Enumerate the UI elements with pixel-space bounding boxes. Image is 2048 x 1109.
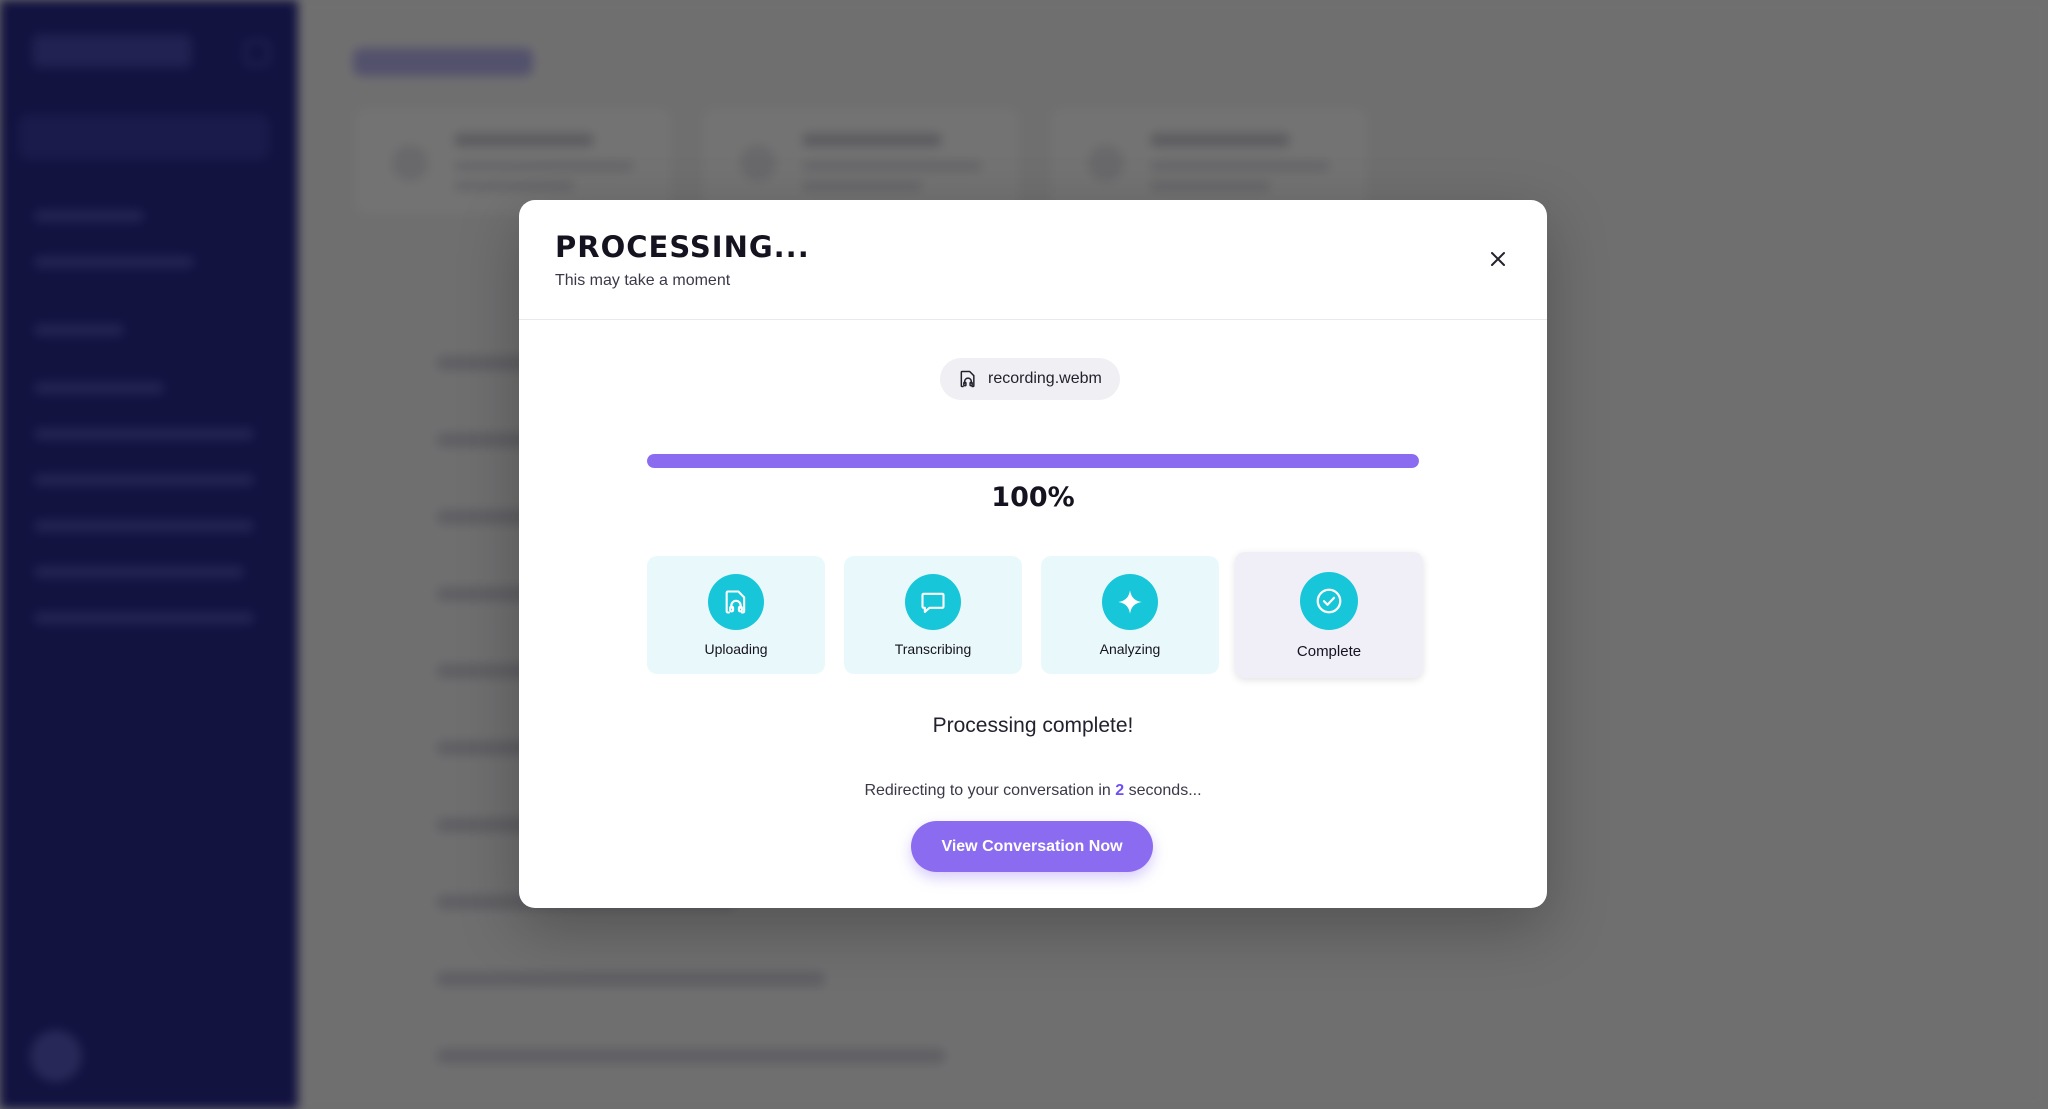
check-circle-icon — [1316, 588, 1342, 614]
step-label: Analyzing — [1099, 641, 1161, 657]
progress-fill — [647, 454, 1419, 468]
step-label: Uploading — [704, 641, 768, 657]
step-complete: Complete — [1235, 552, 1423, 678]
step-label: Complete — [1296, 643, 1362, 660]
sparkle-icon — [1118, 590, 1142, 614]
status-message: Processing complete! — [932, 714, 1134, 737]
processing-dialog: PROCESSING... This may take a moment rec… — [519, 200, 1547, 908]
audio-file-icon — [725, 590, 746, 614]
dialog-subtitle: This may take a moment — [555, 272, 731, 289]
redirect-message: Redirecting to your conversation in 2 se… — [519, 782, 1547, 800]
redirect-suffix: seconds... — [1128, 782, 1202, 799]
step-transcribing: Transcribing — [844, 556, 1022, 674]
processing-steps: Uploading Transcribing Analyzing Complet… — [647, 552, 1423, 678]
audio-file-icon — [960, 370, 975, 388]
file-name: recording.webm — [988, 370, 1102, 387]
file-name-chip: recording.webm — [940, 358, 1120, 400]
close-icon — [1491, 252, 1505, 266]
step-uploading: Uploading — [647, 556, 825, 674]
step-analyzing: Analyzing — [1041, 556, 1219, 674]
redirect-prefix: Redirecting to your conversation in — [864, 782, 1111, 799]
dialog-header: PROCESSING... This may take a moment — [519, 200, 1547, 320]
chat-bubble-icon — [921, 592, 945, 613]
progress-percent: 100% — [991, 482, 1075, 513]
view-conversation-button[interactable]: View Conversation Now — [911, 821, 1153, 872]
step-label: Transcribing — [894, 641, 972, 657]
close-button[interactable] — [1479, 240, 1517, 278]
redirect-countdown: 2 — [1115, 782, 1125, 799]
dialog-title: PROCESSING... — [555, 230, 810, 264]
progress-bar — [647, 454, 1419, 468]
